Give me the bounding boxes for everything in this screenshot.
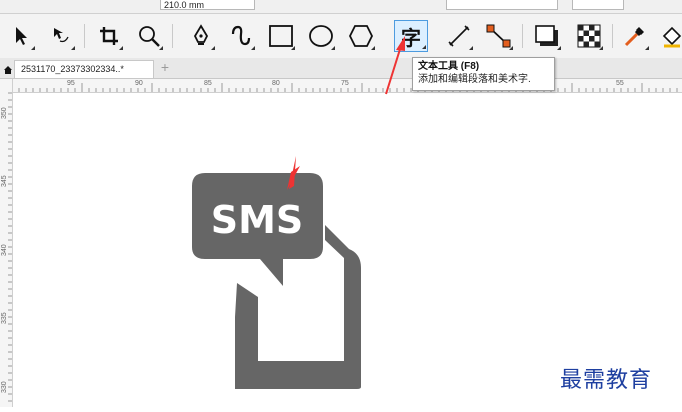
drop-shadow-icon: [535, 25, 558, 46]
connector-tool[interactable]: [484, 20, 514, 52]
zoom-tool[interactable]: [134, 20, 164, 52]
curve-stroke-icon: [231, 25, 251, 46]
ellipse-icon: [309, 25, 333, 47]
dimension-line-icon: [448, 25, 470, 47]
sms-artwork[interactable]: SMS: [13, 93, 682, 407]
sms-text: SMS: [211, 198, 304, 242]
magnifier-icon: [139, 26, 160, 47]
home-icon[interactable]: [3, 62, 13, 80]
ruler-label: 335: [1, 312, 8, 324]
tool-tooltip: 文本工具 (F8) 添加和编辑段落和美术字.: [412, 57, 555, 91]
tooltip-title: 文本工具 (F8): [418, 61, 480, 72]
polygon-tool[interactable]: [346, 20, 376, 52]
pen-nib-icon: [193, 24, 209, 45]
eyedropper-icon: [624, 27, 644, 47]
parallel-dimension-tool[interactable]: [444, 20, 474, 52]
ruler-label: 90: [135, 80, 143, 87]
hexagon-icon: [348, 25, 374, 47]
ruler-label: 95: [67, 80, 75, 87]
object-width-field[interactable]: 210.0 mm: [160, 0, 255, 10]
ruler-label: 80: [272, 80, 280, 87]
pen-tool[interactable]: [186, 20, 216, 52]
connector-icon: [486, 24, 511, 48]
ruler-label: 330: [1, 381, 8, 393]
ruler-label: 75: [341, 80, 349, 87]
eyedropper-tool[interactable]: [620, 20, 650, 52]
interactive-fill-tool[interactable]: [660, 20, 682, 52]
crop-tool[interactable]: [94, 20, 124, 52]
property-dropdown-2[interactable]: [572, 0, 624, 10]
drawing-canvas[interactable]: SMS: [13, 93, 682, 407]
arrow-pointer-icon: [16, 27, 27, 45]
ruler-label: 85: [204, 80, 212, 87]
transparency-tool[interactable]: [574, 20, 604, 52]
pick-tool[interactable]: [6, 20, 36, 52]
document-tab[interactable]: 2531170_23373302334..*: [14, 60, 154, 78]
ruler-label: 345: [1, 175, 8, 187]
tooltip-description: 添加和编辑段落和美术字.: [418, 74, 531, 85]
drop-shadow-tool[interactable]: [532, 20, 562, 52]
toolbox: 字: [0, 14, 682, 59]
property-dropdown[interactable]: [446, 0, 558, 10]
checkerboard-icon: [577, 24, 601, 48]
crop-icon: [100, 27, 118, 45]
ruler-label: 340: [1, 244, 8, 256]
rectangle-icon: [269, 25, 293, 47]
paint-bucket-icon: [662, 26, 682, 48]
horizontal-ruler[interactable]: 95 90 85 80 75 55: [12, 79, 682, 93]
ruler-label: 55: [616, 80, 624, 87]
rectangle-tool[interactable]: [266, 20, 296, 52]
ellipse-tool[interactable]: [306, 20, 336, 52]
shape-node-icon: [54, 28, 69, 43]
document-tab-bar: 2531170_23373302334..* +: [0, 58, 682, 79]
shape-tool[interactable]: [46, 20, 76, 52]
add-tab-button[interactable]: +: [158, 60, 172, 75]
vertical-ruler[interactable]: 350 345 340 335 330: [0, 79, 13, 407]
text-tool-icon: 字: [401, 25, 421, 50]
property-bar: 210.0 mm: [0, 0, 682, 14]
object-width-value: 210.0 mm: [164, 0, 205, 10]
document-tab-name: 2531170_23373302334..*: [21, 64, 124, 74]
text-tool[interactable]: 字: [394, 20, 428, 52]
ruler-label: 350: [1, 107, 8, 119]
watermark: 最需教育: [560, 368, 653, 393]
artistic-media-tool[interactable]: [226, 20, 256, 52]
